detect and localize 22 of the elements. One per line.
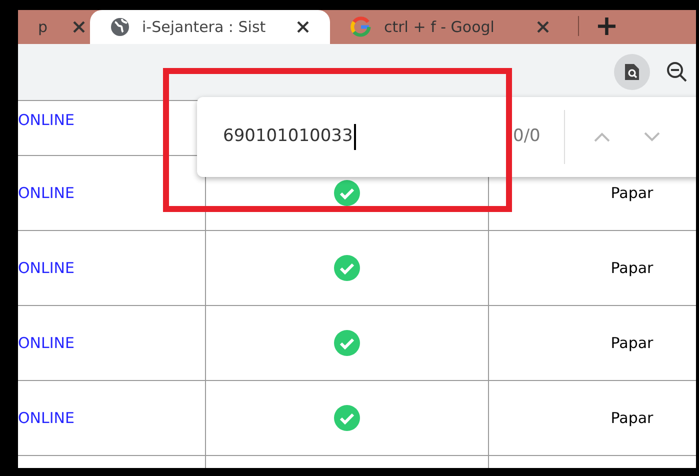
table-cell-text: Papar bbox=[610, 332, 654, 354]
zoom-out-icon[interactable] bbox=[666, 61, 688, 83]
tab-title: i-Sejantera : Sist bbox=[142, 16, 266, 38]
browser-tab[interactable]: i-Sejantera : Sist bbox=[90, 10, 330, 44]
status-text: ONLINE bbox=[18, 258, 75, 279]
tab-title: ctrl + f - Googl bbox=[384, 16, 494, 38]
table-cell-text: Papar bbox=[610, 258, 654, 279]
table-cell-text: Papar bbox=[610, 408, 654, 429]
status-text: ONLINE bbox=[18, 182, 75, 204]
google-icon bbox=[350, 16, 372, 38]
tab-title: p bbox=[38, 16, 48, 38]
document-search-icon bbox=[624, 63, 640, 81]
status-text: ONLINE bbox=[18, 110, 75, 131]
search-field[interactable]: 690101010033 bbox=[223, 124, 356, 150]
table-cell-text: Papar bbox=[610, 182, 654, 204]
status-text: ONLINE bbox=[18, 408, 75, 429]
match-count: 0/0 bbox=[513, 125, 540, 148]
globe-icon bbox=[110, 17, 130, 37]
close-icon[interactable] bbox=[296, 20, 310, 34]
status-text: ONLINE bbox=[18, 332, 75, 354]
find-in-page-button[interactable] bbox=[614, 54, 650, 90]
new-tab-button[interactable]: + bbox=[595, 12, 618, 40]
